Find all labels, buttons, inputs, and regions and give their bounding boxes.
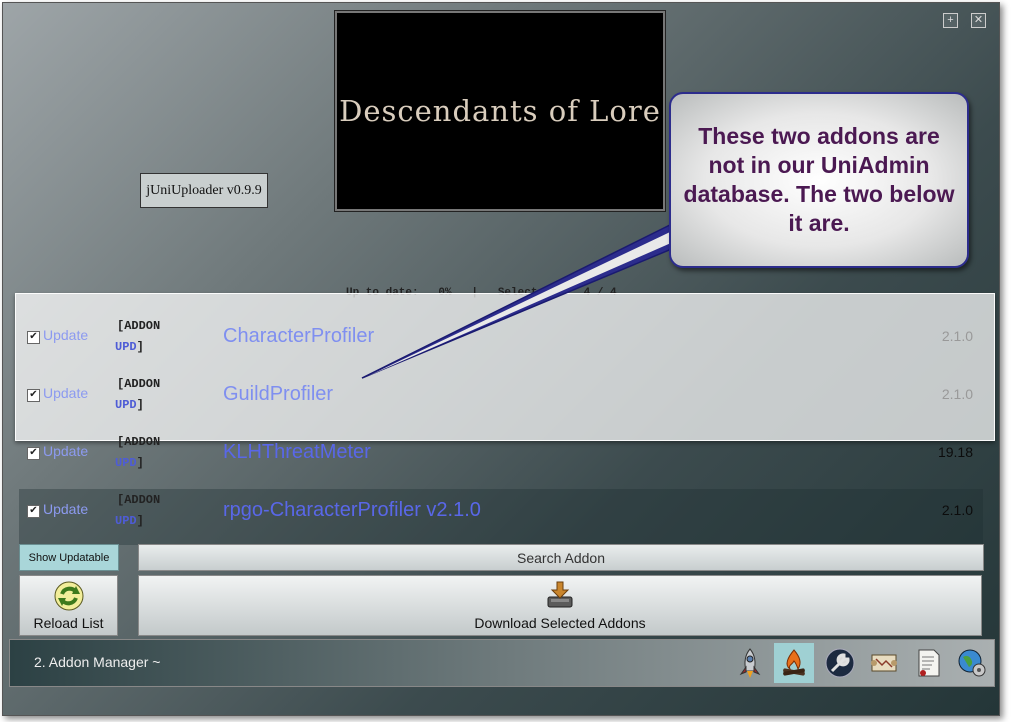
scroll-map-icon[interactable] (864, 643, 904, 683)
globe-settings-icon[interactable] (952, 643, 992, 683)
addon-version: 2.1.0 (941, 502, 973, 518)
close-button[interactable]: ✕ (971, 13, 986, 28)
update-checkbox[interactable]: ✔ (27, 447, 40, 460)
addon-version: 2.1.0 (941, 328, 973, 344)
addon-tag: [ADDON (117, 377, 161, 391)
addon-tag: [ADDON (117, 435, 161, 449)
reload-list-label: Reload List (33, 615, 104, 631)
download-selected-button[interactable]: Download Selected Addons (138, 575, 982, 636)
update-checkbox[interactable]: ✔ (27, 331, 40, 344)
addon-tag-upd: UPD] (115, 514, 144, 528)
document-icon[interactable] (908, 643, 948, 683)
addon-row[interactable]: ✔ Update [ADDON UPD] GuildProfiler 2.1.0 (19, 373, 983, 429)
version-label: jUniUploader v0.9.9 (140, 173, 268, 208)
addon-name: KLHThreatMeter (223, 441, 371, 463)
bottom-bar: 2. Addon Manager ~ (9, 639, 995, 687)
logo-text: Descendants of Lore (339, 94, 661, 128)
update-checkbox[interactable]: ✔ (27, 389, 40, 402)
rocket-icon[interactable] (730, 643, 770, 683)
wrench-icon[interactable] (820, 643, 860, 683)
update-checkbox[interactable]: ✔ (27, 505, 40, 518)
addon-tag: [ADDON (117, 319, 161, 333)
refresh-icon (53, 580, 85, 617)
callout-text: These two addons are not in our UniAdmin… (683, 123, 955, 236)
campfire-icon[interactable] (774, 643, 814, 683)
maximize-button[interactable]: + (943, 13, 958, 28)
download-icon (545, 580, 575, 615)
addon-row[interactable]: ✔ Update [ADDON UPD] rpgo-CharacterProfi… (19, 489, 983, 545)
show-updatable-button[interactable]: Show Updatable (19, 544, 119, 571)
download-selected-label: Download Selected Addons (474, 615, 646, 631)
annotation-callout: These two addons are not in our UniAdmin… (669, 92, 969, 268)
update-label[interactable]: Update (43, 443, 88, 459)
search-addon-button[interactable]: Search Addon (138, 544, 984, 571)
addon-row[interactable]: ✔ Update [ADDON UPD] CharacterProfiler 2… (19, 315, 983, 371)
page-title: 2. Addon Manager ~ (34, 654, 161, 670)
addon-version: 2.1.0 (941, 386, 973, 402)
reload-list-button[interactable]: Reload List (19, 575, 118, 636)
addon-row[interactable]: ✔ Update [ADDON UPD] KLHThreatMeter 19.1… (19, 431, 983, 487)
addon-tag-upd: UPD] (115, 340, 144, 354)
addon-tag-upd: UPD] (115, 398, 144, 412)
guild-logo: Descendants of Lore (334, 10, 666, 212)
addon-tag-upd: UPD] (115, 456, 144, 470)
addon-tag: [ADDON (117, 493, 161, 507)
addon-name: rpgo-CharacterProfiler v2.1.0 (223, 499, 481, 521)
addon-name: CharacterProfiler (223, 325, 375, 347)
addon-name: GuildProfiler (223, 383, 334, 405)
addon-version: 19.18 (937, 444, 973, 460)
update-label[interactable]: Update (43, 327, 88, 343)
update-label[interactable]: Update (43, 501, 88, 517)
update-label[interactable]: Update (43, 385, 88, 401)
